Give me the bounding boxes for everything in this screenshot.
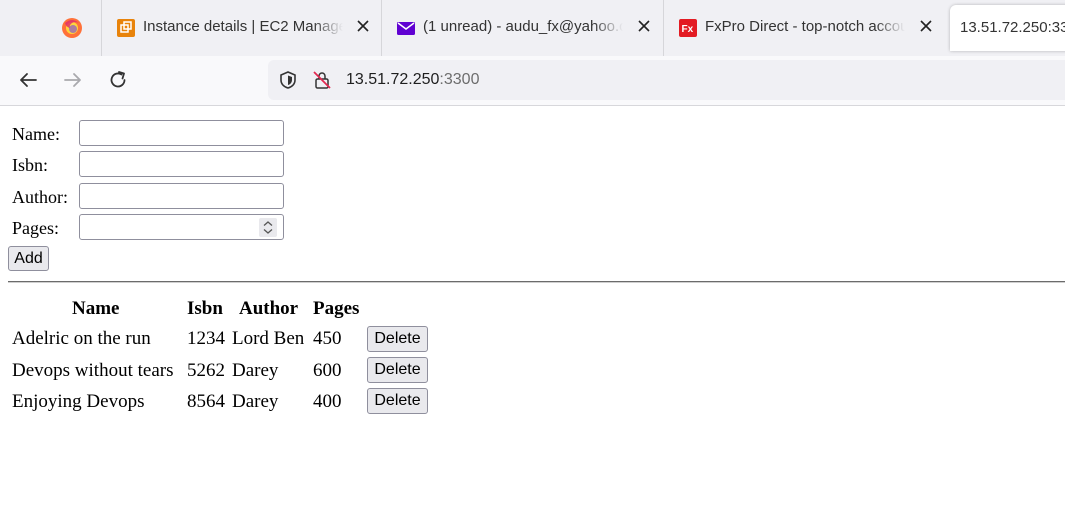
close-tab-icon[interactable] [918, 18, 934, 34]
cell-name: Devops without tears [12, 360, 174, 381]
firefox-icon[interactable] [61, 17, 83, 39]
author-input[interactable] [79, 183, 284, 209]
cell-author: Lord Ben [232, 328, 305, 349]
column-header-name: Name [72, 298, 120, 319]
close-tab-icon[interactable] [355, 18, 371, 34]
back-arrow-icon[interactable] [17, 69, 39, 91]
reload-icon[interactable] [107, 69, 129, 91]
cell-author: Darey [232, 360, 279, 381]
page-content: Name: Isbn: Author: Pages: Add Name Isbn… [0, 106, 1065, 532]
tab-title: FxPro Direct - top-notch account [705, 18, 905, 35]
isbn-input[interactable] [79, 151, 284, 177]
tab-yahoo-mail[interactable]: (1 unread) - audu_fx@yahoo.com - Yahoo M… [381, 0, 661, 56]
fxpro-icon: Fx [679, 19, 697, 37]
close-tab-icon[interactable] [636, 18, 652, 34]
aws-ec2-icon [117, 19, 135, 37]
cell-isbn: 8564 [187, 391, 225, 412]
number-stepper-icon[interactable] [259, 218, 277, 237]
tab-ec2[interactable]: Instance details | EC2 Management Consol… [101, 0, 381, 56]
forward-arrow-icon[interactable] [62, 69, 84, 91]
cell-pages: 450 [313, 328, 342, 349]
cell-pages: 400 [313, 391, 342, 412]
delete-button[interactable]: Delete [367, 357, 428, 383]
column-header-pages: Pages [313, 298, 360, 319]
cell-pages: 600 [313, 360, 342, 381]
tab-strip: Instance details | EC2 Management Consol… [0, 0, 1065, 56]
isbn-label: Isbn: [12, 155, 48, 175]
form-row-pages: Pages: [12, 214, 292, 242]
author-label: Author: [12, 187, 68, 207]
tab-title: (1 unread) - audu_fx@yahoo.com - Yahoo M… [423, 18, 623, 35]
cell-name: Adelric on the run [12, 328, 151, 349]
name-input[interactable] [79, 120, 284, 146]
tab-title: 13.51.72.250:3300 [960, 19, 1065, 36]
navigation-bar: 13.51.72.250:3300 [0, 56, 1065, 106]
delete-button[interactable]: Delete [367, 388, 428, 414]
url-text[interactable]: 13.51.72.250:3300 [346, 71, 479, 89]
tab-active-app[interactable]: 13.51.72.250:3300 [950, 5, 1065, 51]
shield-icon[interactable] [278, 70, 298, 90]
add-button[interactable]: Add [8, 246, 49, 271]
pages-input[interactable] [79, 214, 284, 240]
url-port: :3300 [439, 71, 480, 88]
name-label: Name: [12, 124, 60, 144]
column-header-isbn: Isbn [187, 298, 223, 319]
url-host: 13.51.72.250 [346, 71, 440, 88]
form-row-isbn: Isbn: [12, 151, 292, 179]
pages-label: Pages: [12, 218, 59, 238]
svg-text:Fx: Fx [682, 24, 694, 35]
tab-title: Instance details | EC2 Management Consol… [143, 18, 343, 35]
address-bar[interactable]: 13.51.72.250:3300 [268, 60, 1065, 100]
delete-button[interactable]: Delete [367, 326, 428, 352]
cell-author: Darey [232, 391, 279, 412]
divider [8, 281, 1065, 283]
cell-isbn: 5262 [187, 360, 225, 381]
cell-isbn: 1234 [187, 328, 225, 349]
form-row-author: Author: [12, 183, 292, 211]
insecure-lock-icon[interactable] [312, 70, 332, 90]
yahoo-mail-icon [397, 22, 415, 35]
cell-name: Enjoying Devops [12, 391, 145, 412]
tab-fxpro[interactable]: Fx FxPro Direct - top-notch account [663, 0, 943, 56]
form-row-name: Name: [12, 120, 292, 148]
column-header-author: Author [239, 298, 299, 319]
